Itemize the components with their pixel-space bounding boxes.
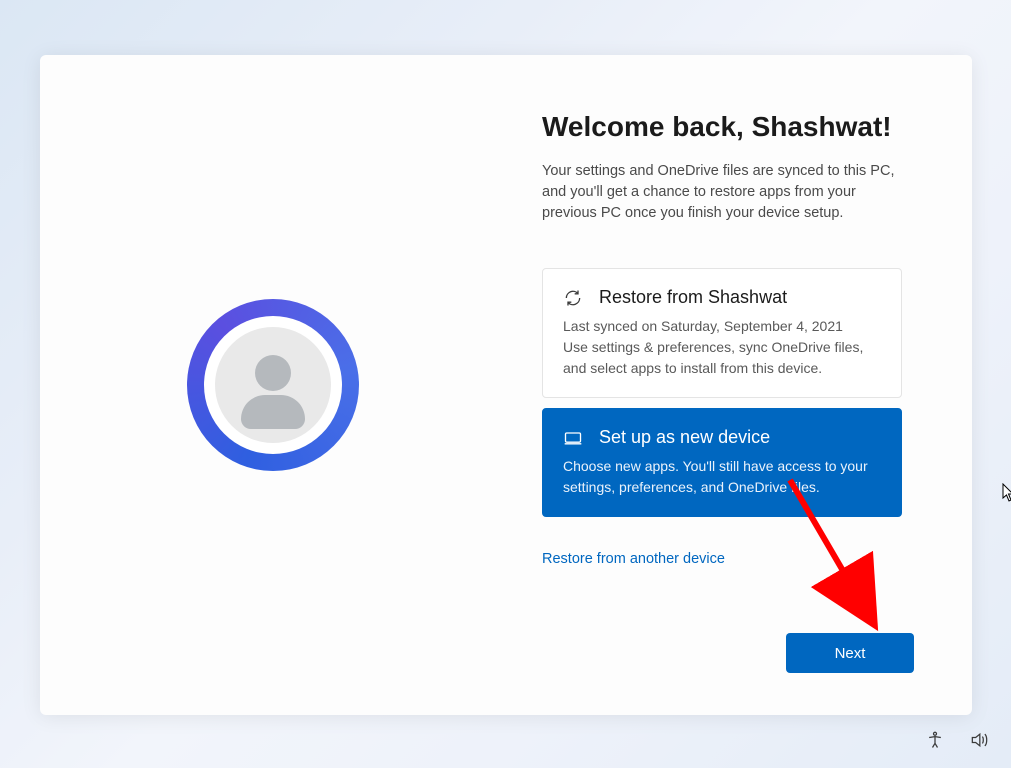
option-new-desc: Choose new apps. You'll still have acces…: [563, 456, 881, 498]
mouse-cursor-icon: [1002, 483, 1011, 508]
avatar-ring: [187, 299, 359, 471]
option-new-device-card[interactable]: Set up as new device Choose new apps. Yo…: [542, 408, 902, 517]
page-title: Welcome back, Shashwat!: [542, 111, 914, 143]
system-tray: [925, 730, 989, 750]
accessibility-icon[interactable]: [925, 730, 945, 750]
content-pane: Welcome back, Shashwat! Your settings an…: [506, 55, 972, 715]
option-restore-title: Restore from Shashwat: [599, 287, 787, 308]
setup-dialog: Welcome back, Shashwat! Your settings an…: [40, 55, 972, 715]
avatar-outer: [204, 316, 342, 454]
option-new-title: Set up as new device: [599, 427, 770, 448]
page-subtitle: Your settings and OneDrive files are syn…: [542, 161, 914, 224]
option-restore-desc: Last synced on Saturday, September 4, 20…: [563, 316, 881, 379]
device-icon: [563, 428, 583, 448]
option-restore-header: Restore from Shashwat: [563, 287, 881, 308]
next-button[interactable]: Next: [786, 633, 914, 673]
option-restore-card[interactable]: Restore from Shashwat Last synced on Sat…: [542, 268, 902, 398]
illustration-pane: [40, 55, 506, 715]
avatar-icon: [215, 327, 331, 443]
volume-icon[interactable]: [969, 730, 989, 750]
restore-another-device-link[interactable]: Restore from another device: [542, 551, 725, 567]
option-new-header: Set up as new device: [563, 427, 881, 448]
refresh-icon: [563, 288, 583, 308]
